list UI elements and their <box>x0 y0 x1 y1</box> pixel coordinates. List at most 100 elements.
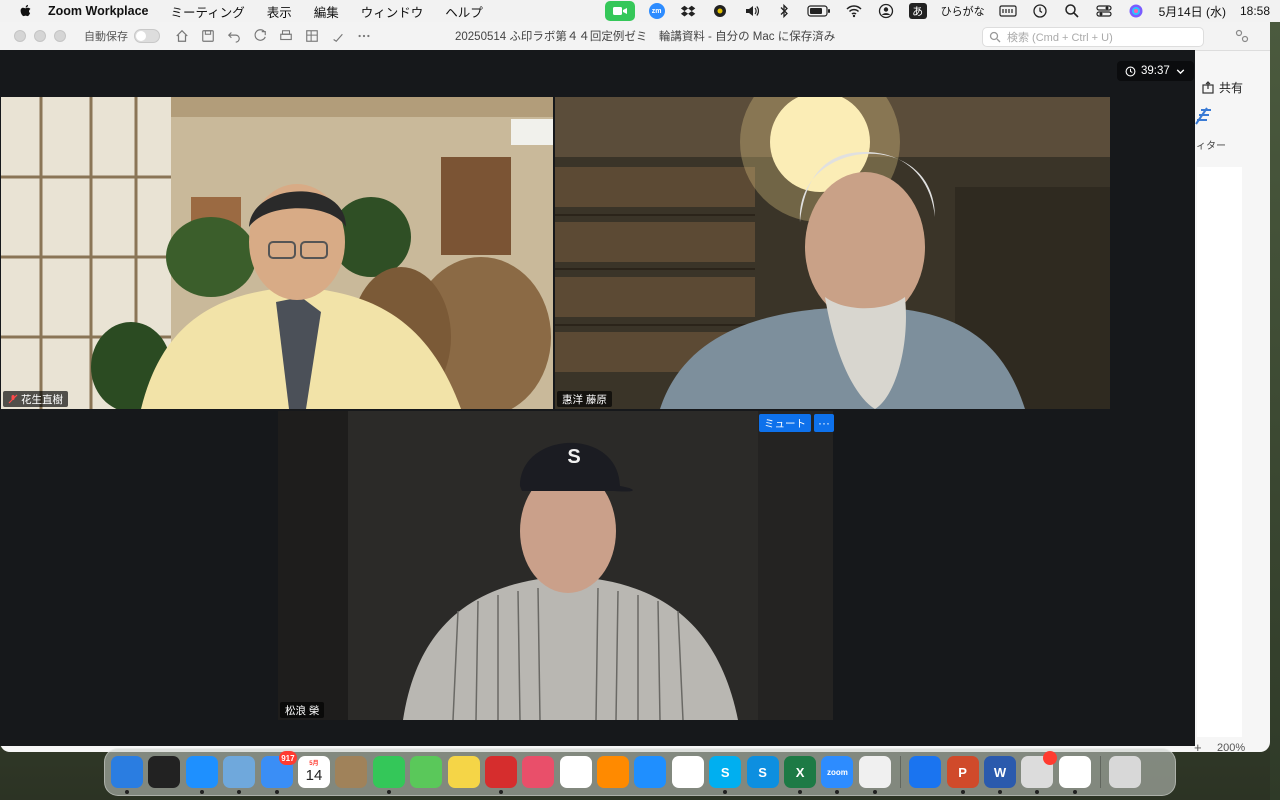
cap-logo: S <box>567 446 581 468</box>
dock-separator <box>900 756 902 788</box>
participant-video <box>555 97 1110 409</box>
dock-safari-icon[interactable] <box>185 756 218 794</box>
video-tile-2[interactable]: 惠洋 藤原 <box>555 97 1110 409</box>
time-machine-icon[interactable] <box>1031 3 1049 19</box>
table-icon[interactable] <box>304 28 320 44</box>
participant-video <box>1 97 553 409</box>
keyboard-icon[interactable] <box>999 3 1017 19</box>
dock-chrome-icon[interactable] <box>1058 756 1091 794</box>
running-indicator <box>835 790 840 794</box>
dropbox-icon[interactable] <box>679 3 697 19</box>
window-controls <box>14 30 66 42</box>
dock-app-store-icon[interactable] <box>634 756 667 788</box>
menubar-date[interactable]: 5月14日 (水) <box>1159 3 1226 20</box>
zoom-window-button[interactable] <box>54 30 66 42</box>
dock-printer-icon[interactable] <box>1021 751 1058 794</box>
dock-books-icon[interactable] <box>597 756 630 788</box>
save-icon[interactable] <box>200 28 216 44</box>
dock-app-glyph: X <box>795 764 805 780</box>
autosave-toggle[interactable] <box>134 29 160 43</box>
siri-icon[interactable] <box>1127 3 1145 19</box>
collaborate-icon[interactable] <box>1234 28 1250 44</box>
mute-participant-button[interactable]: ミュート <box>759 414 811 432</box>
dock-reminders-icon[interactable] <box>671 756 704 788</box>
video-tile-3[interactable]: 松浪 榮 <box>278 411 833 720</box>
running-indicator <box>125 790 129 794</box>
dock-finder-icon[interactable] <box>111 756 143 794</box>
share-button[interactable]: 共有 <box>1197 77 1247 98</box>
app-status-icon[interactable] <box>711 3 729 19</box>
dock-photo-booth-icon[interactable] <box>484 756 517 794</box>
dock-google-drive-icon[interactable] <box>858 756 891 794</box>
running-indicator <box>498 790 503 794</box>
menu-meeting[interactable]: ミーティング <box>170 2 244 21</box>
home-icon[interactable] <box>174 28 190 44</box>
notification-badge <box>1043 751 1058 765</box>
volume-icon[interactable] <box>743 3 761 19</box>
bluetooth-icon[interactable] <box>775 3 793 19</box>
zoom-status-icon[interactable]: zm <box>648 3 665 19</box>
dock-preview-icon[interactable] <box>223 756 256 794</box>
word-search-input[interactable]: 検索 (Cmd + Ctrl + U) <box>982 27 1204 47</box>
spellcheck-icon[interactable] <box>330 28 346 44</box>
dock-contacts-icon[interactable] <box>335 756 368 788</box>
running-indicator <box>274 790 279 794</box>
video-tile-1[interactable]: 花生直樹 <box>1 97 553 409</box>
share-label: 共有 <box>1219 81 1244 95</box>
dock-zoom-icon[interactable]: zoom <box>821 756 854 794</box>
control-center-icon[interactable] <box>1095 3 1113 19</box>
dock-calendar-icon[interactable]: 5月 14 <box>297 756 330 788</box>
document-page[interactable] <box>1197 167 1242 737</box>
zoom-in-button[interactable]: + <box>1194 740 1202 755</box>
zoom-meeting-window: 39:37 花生直樹 惠洋 藤原 松浪 榮 S ミュート ··· <box>0 50 1195 746</box>
menubar-time[interactable]: 18:58 <box>1240 4 1270 18</box>
running-indicator <box>723 790 728 794</box>
wifi-icon[interactable] <box>845 3 863 19</box>
dock-excel-icon[interactable]: X <box>784 756 817 794</box>
redo-icon[interactable] <box>252 28 268 44</box>
participant-name: 花生直樹 <box>21 393 63 406</box>
more-options-button[interactable]: ··· <box>814 414 834 432</box>
dock-app-glyph: P <box>958 764 967 780</box>
print-icon[interactable] <box>278 28 294 44</box>
menu-view[interactable]: 表示 <box>267 2 292 21</box>
undo-icon[interactable] <box>226 28 242 44</box>
input-mode-label[interactable]: ひらがな <box>941 3 985 19</box>
timer-text: 39:37 <box>1141 65 1170 77</box>
menu-window[interactable]: ウィンドウ <box>361 2 424 21</box>
document-title-text: 20250514 ふ印ラボ第４４回定例ゼミ 輪講資料 - 自分の Mac に保存… <box>455 31 836 43</box>
meeting-timer[interactable]: 39:37 <box>1117 61 1194 81</box>
dock-trash-icon[interactable] <box>1109 756 1142 788</box>
close-window-button[interactable] <box>14 30 26 42</box>
running-indicator <box>960 790 965 794</box>
participant-name: 松浪 榮 <box>285 704 320 717</box>
dock-word-icon[interactable]: W <box>983 756 1016 794</box>
app-menu[interactable]: Zoom Workplace <box>48 4 148 18</box>
more-icon[interactable] <box>356 28 372 44</box>
dock-messages-icon[interactable] <box>372 756 405 794</box>
running-indicator <box>997 790 1002 794</box>
spotlight-search-icon[interactable] <box>1063 3 1081 19</box>
word-titlebar: 自動保存 20250514 ふ印ラボ第４４回定例ゼミ 輪講資料 - 自分の Ma… <box>0 22 1270 51</box>
input-mode-indicator[interactable]: あ <box>908 3 927 19</box>
user-icon[interactable] <box>877 3 895 19</box>
dock-powerpoint-icon[interactable]: P <box>946 756 979 794</box>
minimize-window-button[interactable] <box>34 30 46 42</box>
document-title[interactable]: 20250514 ふ印ラボ第４４回定例ゼミ 輪講資料 - 自分の Mac に保存… <box>455 22 835 50</box>
zoom-level[interactable]: 200% <box>1217 742 1245 754</box>
dock-launchpad-icon[interactable] <box>522 756 555 788</box>
dock-notes-icon[interactable] <box>447 756 480 788</box>
dock-photos-icon[interactable] <box>559 756 592 788</box>
menu-edit[interactable]: 編集 <box>314 2 339 21</box>
dock-mission-control-icon[interactable] <box>148 756 181 788</box>
apple-icon[interactable] <box>18 3 34 19</box>
dock-messenger-icon[interactable] <box>909 756 942 788</box>
menu-help[interactable]: ヘルプ <box>445 2 483 21</box>
dock-maps-icon[interactable] <box>410 756 443 788</box>
battery-icon[interactable] <box>807 3 831 19</box>
editor-icon[interactable] <box>1193 104 1213 128</box>
dock-skype-for-business-icon[interactable]: S <box>746 756 779 788</box>
dock-mail-icon[interactable]: 917 <box>260 751 297 794</box>
dock-skype-icon[interactable]: S <box>709 756 742 794</box>
video-camera-icon[interactable] <box>604 1 635 21</box>
